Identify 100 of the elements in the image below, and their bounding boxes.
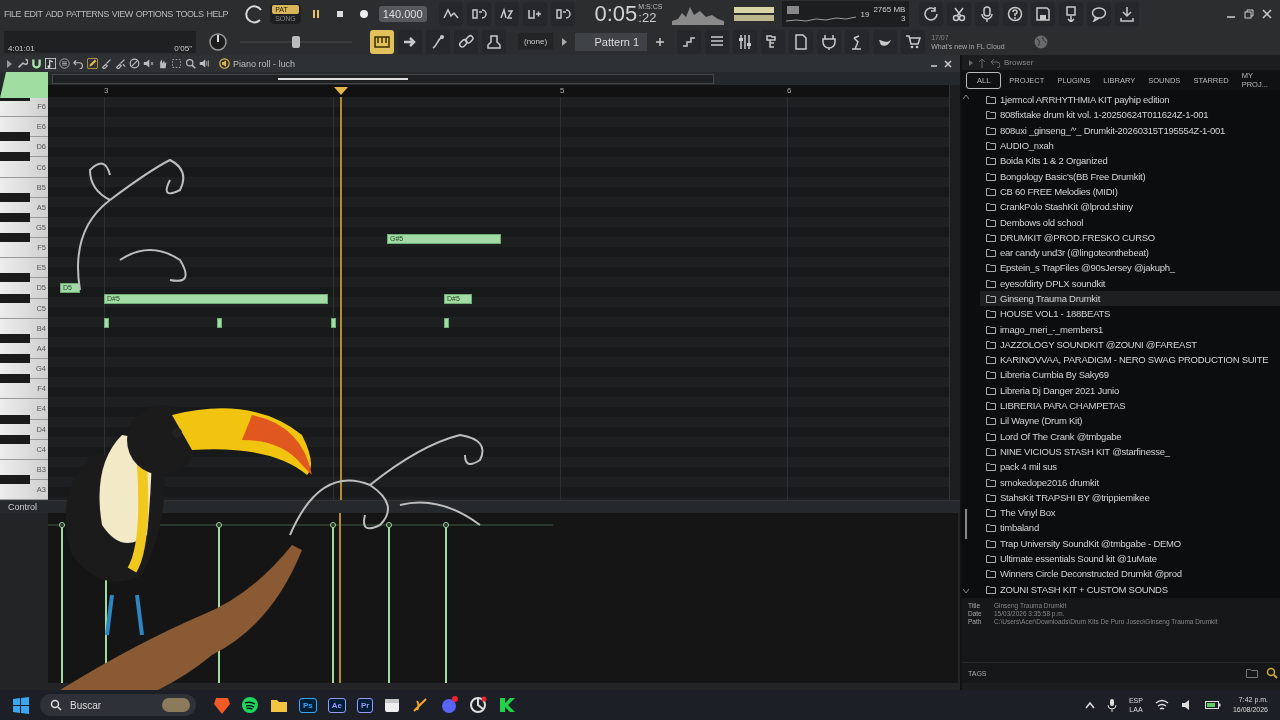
cart-icon[interactable] (901, 29, 926, 54)
menu-item[interactable]: ADD (45, 9, 64, 19)
refresh-icon[interactable] (919, 2, 944, 26)
folder-item[interactable]: pack 4 mil sus (980, 459, 1280, 475)
calendar-icon[interactable] (384, 697, 401, 713)
folder-item[interactable]: CB 60 FREE Melodies (MIDI) (980, 183, 1280, 200)
folder-item[interactable]: Libreria Cumbia By Saky69 (980, 367, 1280, 383)
brush-icon[interactable] (101, 58, 112, 69)
sharp-key[interactable] (0, 233, 30, 243)
save-icon[interactable] (1031, 2, 1056, 26)
sharp-key[interactable] (0, 474, 30, 484)
scroll-up-icon[interactable] (963, 94, 969, 99)
folder-item[interactable]: AUDIO_nxah (980, 137, 1280, 154)
song-time[interactable]: 0:05 (594, 3, 638, 25)
folder-item[interactable]: JAZZOLOGY SOUNDKIT @ZOUNI @FAREAST (980, 336, 1280, 353)
sharp-key[interactable] (0, 273, 30, 283)
folder-item[interactable]: NINE VICIOUS STASH KIT @starfinesse_ (980, 443, 1280, 460)
caret-icon[interactable] (6, 58, 14, 69)
scrollbar-thumb[interactable] (965, 509, 967, 539)
back-arrow-icon[interactable] (990, 57, 1000, 68)
magnet-icon[interactable] (31, 58, 42, 69)
chat-icon[interactable] (1087, 2, 1112, 26)
folder-item[interactable]: HOUSE VOL1 - 188BEATS (980, 306, 1280, 322)
cable-icon[interactable] (426, 29, 450, 54)
sharp-key[interactable] (0, 414, 30, 424)
folder-item[interactable]: imago_meri_-_members1 (980, 321, 1280, 337)
windows-start-icon[interactable] (12, 696, 30, 714)
control-label[interactable]: Control (8, 502, 37, 512)
speaker-icon[interactable] (199, 58, 210, 69)
folder-item[interactable]: Boida Kits 1 & 2 Organized (980, 153, 1280, 169)
help-icon[interactable] (1003, 2, 1028, 26)
menu-item[interactable]: HELP (206, 9, 229, 19)
menu-item[interactable]: EDIT (24, 9, 43, 19)
folder-item[interactable]: Winners Circle Deconstructed Drumkit @prod (980, 566, 1280, 582)
folder-item[interactable]: Trap University SoundKit @tmbgabe - DEMO (980, 535, 1280, 551)
overview-scrollbar[interactable] (52, 74, 714, 84)
channel-selector[interactable]: (none) (518, 33, 554, 50)
speaker-icon[interactable] (219, 58, 230, 69)
folder-item[interactable]: The Vinyl Box (980, 505, 1280, 521)
close-icon[interactable] (1262, 9, 1272, 19)
steps-icon[interactable] (677, 29, 702, 54)
eraser-brush-icon[interactable] (115, 58, 126, 69)
folder-item[interactable]: Bongology Basic's(BB Free Drumkit) (980, 168, 1280, 184)
scissors-icon[interactable] (947, 2, 972, 26)
sharp-key[interactable] (0, 212, 30, 222)
playhead-marker-icon[interactable] (334, 87, 348, 95)
folder-item[interactable]: Ginseng Trauma Drumkit (980, 290, 1280, 307)
folder-icon[interactable] (270, 697, 288, 713)
sharp-key[interactable] (0, 354, 30, 364)
pencil-icon[interactable] (87, 58, 98, 69)
tool-tab-icon[interactable] (0, 72, 48, 98)
wrench-icon[interactable] (17, 58, 28, 69)
scroll-down-icon[interactable] (963, 589, 969, 594)
record-icon[interactable] (357, 8, 370, 20)
aperture-app-icon[interactable] (469, 696, 488, 714)
folder-item[interactable]: CrankPolo StashKit @lprod.shiny (980, 199, 1280, 215)
folder-item[interactable]: Lil Wayne (Drum Kit) (980, 413, 1280, 429)
app-tile[interactable]: Ae (327, 697, 347, 713)
sharp-key[interactable] (0, 192, 30, 202)
folder-item[interactable]: Libreria Dj Danger 2021 Junio (980, 382, 1280, 398)
loop-icon[interactable] (550, 2, 575, 26)
microphone-icon[interactable] (975, 2, 1000, 26)
sharp-key[interactable] (0, 333, 30, 343)
app-tile[interactable]: Pr (357, 697, 374, 713)
folder-item[interactable]: ZOUNI STASH KIT + CUSTOM SOUNDS (980, 581, 1280, 597)
lion-shield-icon[interactable] (214, 696, 230, 714)
link-icon[interactable] (454, 29, 478, 54)
menu-item[interactable]: VIEW (111, 9, 133, 19)
folder-item[interactable]: smokedope2016 drumkit (980, 474, 1280, 490)
folder-item[interactable]: ear candy und3r (@lingoteonthebeat) (980, 244, 1280, 261)
download-icon[interactable] (1115, 2, 1140, 26)
folder-item[interactable]: timbaland (980, 520, 1280, 536)
knob-icon[interactable] (208, 31, 228, 52)
zoom-icon[interactable] (185, 58, 196, 69)
search-icon[interactable] (50, 699, 62, 711)
chevron-up-icon[interactable] (1084, 701, 1095, 709)
sharp-key[interactable] (0, 434, 30, 444)
plus-icon[interactable] (655, 36, 666, 47)
search-icon[interactable] (1266, 667, 1278, 679)
menu-item[interactable]: OPTIONS (135, 9, 173, 19)
k-logo-icon[interactable] (498, 696, 517, 714)
folder-item[interactable]: 1jermcol ARRHYTHMIA KIT payhip edition (980, 92, 1280, 108)
sharp-key[interactable] (0, 152, 30, 162)
loop-icon[interactable] (466, 2, 491, 26)
close-icon[interactable] (944, 59, 952, 68)
globe-icon[interactable] (1033, 33, 1050, 50)
render-icon[interactable] (1059, 2, 1084, 26)
pattern-selector[interactable]: Pattern 1 (575, 32, 648, 51)
folder-item[interactable]: 808uxi _ginseng_^'_ Drumkit-20260315T195554Z-1-001 (980, 122, 1280, 138)
search-field[interactable]: Buscar (40, 694, 196, 716)
music-app-icon[interactable] (241, 696, 259, 714)
slider-thumb[interactable] (292, 35, 300, 48)
folder-item[interactable]: Dembows old school (980, 214, 1280, 230)
folder-item[interactable]: LIBRERIA PARA CHAMPETAS (980, 397, 1280, 414)
delete-icon[interactable] (129, 58, 140, 69)
folder-item[interactable]: Ultimate essentials Sound kit @1uMate (980, 550, 1280, 567)
hand-icon[interactable] (157, 58, 168, 69)
microphone-icon[interactable] (1106, 698, 1117, 712)
chat-app-icon[interactable] (440, 696, 459, 714)
undo-icon[interactable] (73, 58, 84, 69)
